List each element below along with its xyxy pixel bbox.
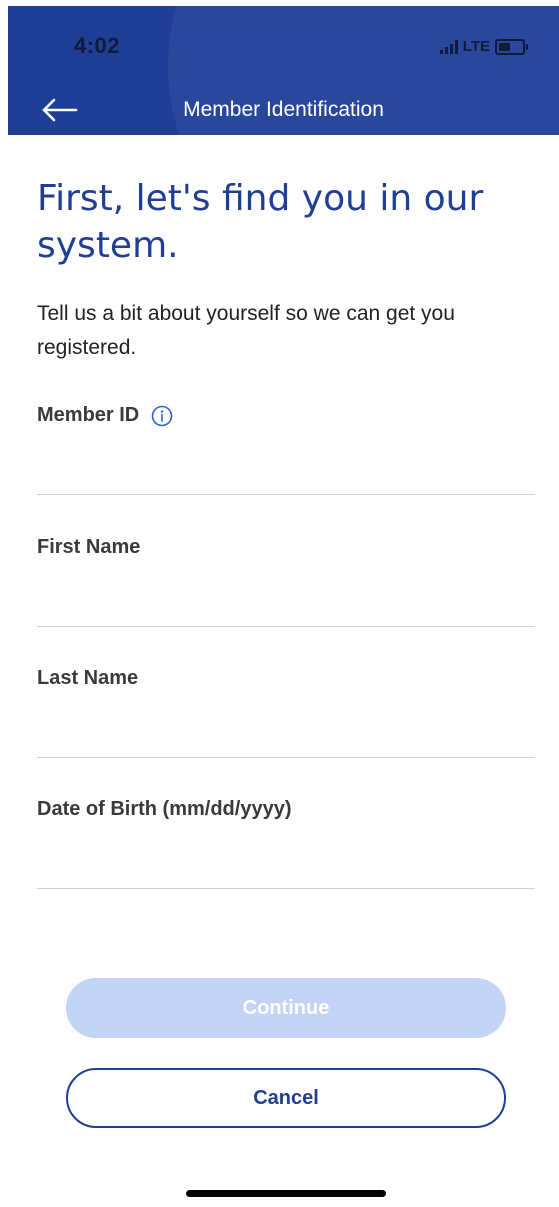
dob-label: Date of Birth (mm/dd/yyyy) [37, 798, 292, 820]
intro-section: First, let's find you in our system. Tel… [37, 175, 537, 365]
app-header: 4:02 LTE Member Identification [8, 6, 559, 135]
last-name-underline [37, 757, 535, 758]
page-title: Member Identification [183, 98, 384, 121]
last-name-label: Last Name [37, 667, 139, 689]
member-id-underline [37, 494, 535, 495]
member-id-input[interactable] [37, 452, 535, 488]
home-indicator [186, 1190, 386, 1197]
dob-field: Date of Birth (mm/dd/yyyy) [37, 798, 535, 889]
status-indicators: LTE [439, 38, 528, 55]
first-name-input[interactable] [37, 584, 535, 620]
info-icon[interactable] [151, 405, 173, 427]
screen-edge [0, 0, 8, 1207]
member-id-field: Member ID [37, 404, 535, 495]
last-name-input[interactable] [37, 715, 535, 751]
last-name-field: Last Name [37, 667, 535, 758]
dob-underline [37, 888, 535, 889]
member-id-label: Member ID [37, 404, 140, 426]
member-id-label-row: Member ID [37, 404, 535, 427]
battery-icon [495, 38, 528, 55]
status-time: 4:02 [74, 33, 121, 58]
first-name-label: First Name [37, 536, 141, 558]
cancel-button[interactable]: Cancel [66, 1068, 506, 1128]
signal-icon [439, 39, 458, 54]
continue-button[interactable]: Continue [66, 978, 506, 1038]
dob-input[interactable] [37, 846, 535, 882]
first-name-field: First Name [37, 536, 535, 627]
main-heading: First, let's find you in our system. [37, 178, 484, 266]
network-type: LTE [462, 38, 490, 55]
first-name-underline [37, 626, 535, 627]
intro-subtitle: Tell us a bit about yourself so we can g… [37, 302, 455, 359]
